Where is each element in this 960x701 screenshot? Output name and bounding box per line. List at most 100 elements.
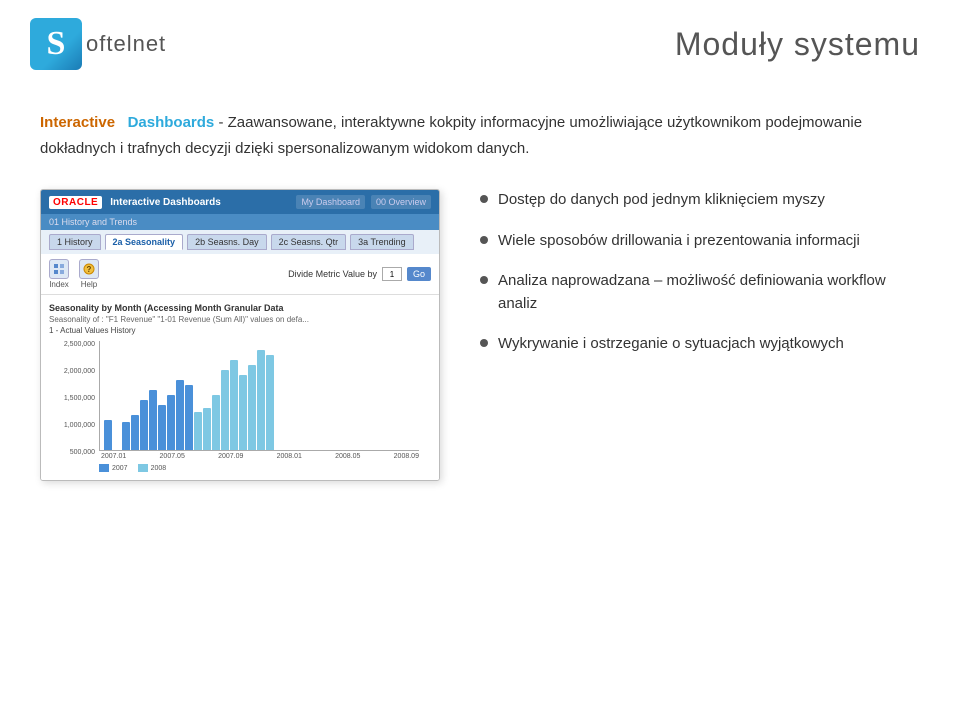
index-label: Index: [49, 280, 69, 289]
keyword-interactive: Interactive: [40, 114, 115, 131]
legend-2008-color: [138, 464, 148, 472]
x-label-5: 2008.05: [335, 453, 360, 460]
dash-tab-2c[interactable]: 2c Seasns. Qtr: [271, 234, 347, 250]
y-label-1: 500,000: [49, 449, 95, 456]
bullet-item-1: Dostęp do danych pod jednym kliknięciem …: [480, 189, 920, 212]
legend-2007-color: [99, 464, 109, 472]
bullet-text-3: Analiza naprowadzana – możliwość definio…: [498, 270, 920, 315]
logo-s-letter: S: [47, 27, 66, 61]
bar-2008-06: [239, 375, 247, 450]
dash-tab-1[interactable]: 1 History: [49, 234, 101, 250]
dash-sub-bar: 01 History and Trends: [41, 214, 439, 230]
dash-chart-area: Seasonality by Month (Accessing Month Gr…: [41, 295, 439, 480]
dash-top-bar: ORACLE Interactive Dashboards My Dashboa…: [41, 190, 439, 214]
dash-tab-bar: 1 History 2a Seasonality 2b Seasns. Day …: [41, 230, 439, 254]
bullet-text-1: Dostęp do danych pod jednym kliknięciem …: [498, 189, 920, 212]
bar-2008-07: [248, 365, 256, 450]
dash-chart-subtitle: Seasonality of : "F1 Revenue" "1-01 Reve…: [49, 315, 431, 324]
bar-2007-05: [149, 390, 157, 450]
x-label-3: 2007.09: [218, 453, 243, 460]
bar-group-5: [149, 390, 157, 450]
bar-group-2: [122, 422, 130, 450]
bar-2008-03: [212, 395, 220, 450]
help-icon-btn[interactable]: ? Help: [79, 259, 99, 289]
bar-group-16: [248, 365, 256, 450]
chart-legend-row: 2007 2008: [99, 464, 419, 472]
divide-input[interactable]: [382, 267, 402, 281]
y-axis-labels: 500,000 1,000,000 1,500,000 2,000,000 2,…: [49, 341, 95, 456]
bar-2007-06: [158, 405, 166, 450]
divide-label: Divide Metric Value by: [288, 269, 377, 279]
intro-paragraph: Interactive Dashboards - Zaawansowane, i…: [40, 110, 920, 161]
bullet-dot-4: [480, 339, 488, 347]
legend-2008: 2008: [138, 464, 167, 472]
dash-controls: Index ? Help Divide Metric Value by Go: [41, 254, 439, 295]
bar-2007-02: [122, 422, 130, 450]
svg-text:?: ?: [87, 265, 92, 274]
bar-2008-09: [266, 355, 274, 450]
bullet-dot-1: [480, 195, 488, 203]
divide-section: Divide Metric Value by Go: [288, 267, 431, 281]
bar-2008-02: [203, 408, 211, 450]
x-label-6: 2008.09: [394, 453, 419, 460]
bar-2007-01: [104, 420, 112, 450]
y-label-2: 1,000,000: [49, 422, 95, 429]
bar-2007-08: [176, 380, 184, 450]
bar-group-13: [221, 370, 229, 450]
page-header: S oftelnet Moduły systemu: [0, 0, 960, 80]
dash-chart-legend: 1 - Actual Values History: [49, 326, 431, 335]
dash-nav-items: My Dashboard 00 Overview: [296, 195, 431, 209]
go-button[interactable]: Go: [407, 267, 431, 281]
bar-group-17: [257, 350, 265, 450]
bullet-list: Dostęp do danych pod jednym kliknięciem …: [470, 189, 920, 374]
x-axis-labels: 2007.01 2007.05 2007.09 2008.01 2008.05 …: [99, 451, 419, 460]
bullet-item-3: Analiza naprowadzana – możliwość definio…: [480, 270, 920, 315]
bar-2007-07: [167, 395, 175, 450]
dash-nav-item-2: 00 Overview: [371, 195, 431, 209]
bar-2008-05: [230, 360, 238, 450]
bullet-dot-2: [480, 236, 488, 244]
dash-tab-2a[interactable]: 2a Seasonality: [105, 234, 184, 250]
logo-box: S: [30, 18, 82, 70]
x-label-1: 2007.01: [101, 453, 126, 460]
bullet-item-4: Wykrywanie i ostrzeganie o sytuacjach wy…: [480, 333, 920, 356]
bar-2007-03: [131, 415, 139, 450]
bar-group-8: [176, 380, 184, 450]
content-row: ORACLE Interactive Dashboards My Dashboa…: [40, 189, 920, 481]
help-label: Help: [81, 280, 97, 289]
dash-tab-2b[interactable]: 2b Seasns. Day: [187, 234, 267, 250]
page-title: Moduły systemu: [675, 26, 920, 63]
bar-2007-09: [185, 385, 193, 450]
bar-2008-01: [194, 412, 202, 450]
dashboard-preview: ORACLE Interactive Dashboards My Dashboa…: [40, 189, 440, 481]
bar-2008-04: [221, 370, 229, 450]
logo-rest-text: oftelnet: [86, 31, 166, 57]
legend-2007: 2007: [99, 464, 128, 472]
dash-chart-title: Seasonality by Month (Accessing Month Gr…: [49, 303, 431, 313]
index-icon-btn[interactable]: Index: [49, 259, 69, 289]
dash-title-bar-text: Interactive Dashboards: [110, 197, 221, 208]
dash-tab-3a[interactable]: 3a Trending: [350, 234, 414, 250]
y-label-3: 1,500,000: [49, 395, 95, 402]
bar-group-14: [230, 360, 238, 450]
x-label-4: 2008.01: [277, 453, 302, 460]
index-icon: [49, 259, 69, 279]
bar-group-7: [167, 395, 175, 450]
y-label-5: 2,500,000: [49, 341, 95, 348]
bullet-item-2: Wiele sposobów drillowania i prezentowan…: [480, 230, 920, 253]
help-icon: ?: [79, 259, 99, 279]
bar-group-10: [194, 412, 202, 450]
x-label-2: 2007.05: [160, 453, 185, 460]
bar-group-11: [203, 408, 211, 450]
bar-group-3: [131, 415, 139, 450]
dash-nav-item-1: My Dashboard: [296, 195, 365, 209]
bullet-text-4: Wykrywanie i ostrzeganie o sytuacjach wy…: [498, 333, 920, 356]
bar-2008-08: [257, 350, 265, 450]
bullet-dot-3: [480, 276, 488, 284]
bar-group-1: [104, 420, 121, 450]
bar-chart-area: [99, 341, 419, 451]
y-label-4: 2,000,000: [49, 368, 95, 375]
bar-2007-04: [140, 400, 148, 450]
logo: S oftelnet: [30, 18, 166, 70]
oracle-logo: ORACLE: [49, 196, 102, 209]
